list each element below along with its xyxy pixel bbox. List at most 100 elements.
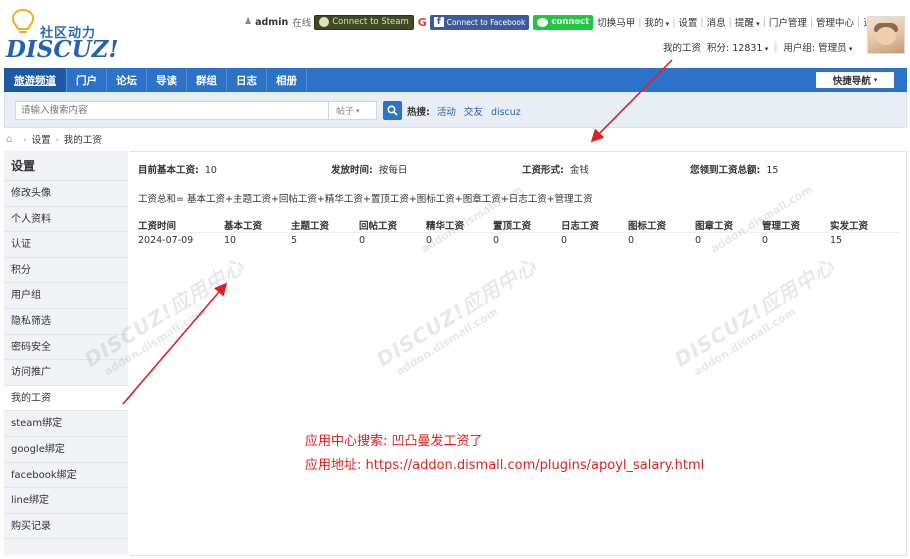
table-header-cell: 基本工资 — [224, 221, 263, 232]
breadcrumb-settings[interactable]: 设置 — [32, 132, 51, 146]
table-cell: 10 — [224, 235, 237, 246]
base-salary-item: 目前基本工资: 10 — [138, 162, 217, 176]
line-label: connect — [551, 17, 590, 27]
steam-label: Connect to Steam — [332, 17, 409, 27]
nav-item-forum[interactable]: 论坛 — [107, 68, 147, 92]
messages-link[interactable]: 消息 — [707, 15, 726, 29]
table-header-cell: 置顶工资 — [493, 221, 532, 232]
user-info-bar: 我的工资 积分: 12831 | 用户组: 管理员 — [663, 40, 852, 55]
home-icon[interactable]: ⌂ — [6, 134, 12, 145]
nav-item-group[interactable]: 群组 — [187, 68, 227, 92]
pay-time-label: 发放时间: — [331, 165, 373, 176]
salary-formula: 工资总和= 基本工资+主题工资+回帖工资+精华工资+置顶工资+图标工资+图章工资… — [138, 194, 593, 205]
settings-link[interactable]: 设置 — [678, 15, 697, 29]
switch-account-link[interactable]: 切换马甲 — [597, 15, 635, 29]
chevron-right-icon: › — [55, 134, 59, 144]
usergroup-menu[interactable]: 用户组: 管理员 — [783, 40, 852, 54]
connect-line-button[interactable]: connect — [533, 14, 594, 30]
sidebar-item-line[interactable]: line绑定 — [4, 488, 128, 514]
search-bar: 帖子 热搜: 活动 交友 discuz — [4, 92, 907, 128]
sidebar-title: 设置 — [4, 151, 128, 181]
sidebar-item-password[interactable]: 密码安全 — [4, 335, 128, 361]
table-cell: 15 — [830, 235, 843, 246]
quick-nav-button[interactable]: 快捷导航 — [816, 72, 894, 88]
sidebar-item-google[interactable]: google绑定 — [4, 437, 128, 463]
chevron-right-icon: › — [23, 134, 27, 144]
sidebar-item-profile[interactable]: 个人资料 — [4, 207, 128, 233]
table-header-cell: 管理工资 — [762, 221, 801, 232]
table-header-cell: 日志工资 — [561, 221, 600, 232]
table-header-cell: 主题工资 — [291, 221, 330, 232]
username-link[interactable]: admin — [255, 17, 288, 28]
hot-keyword[interactable]: 交友 — [464, 107, 483, 118]
sidebar-item-privacy[interactable]: 隐私筛选 — [4, 309, 128, 335]
sidebar-item-promotion[interactable]: 访问推广 — [4, 360, 128, 386]
salary-form-item: 工资形式: 金钱 — [522, 162, 589, 176]
my-menu-link[interactable]: 我的 — [644, 15, 669, 29]
logo-en-text: DISCUZ! — [6, 36, 119, 63]
search-type-select[interactable]: 帖子 — [329, 101, 377, 120]
sidebar-item-facebook[interactable]: facebook绑定 — [4, 463, 128, 489]
table-row: 2024-07-09 10 5 0 0 0 0 0 0 0 15 — [138, 233, 900, 248]
salary-panel: 目前基本工资: 10 发放时间: 按每日 工资形式: 金钱 您领到工资总额: 15 工资… — [130, 151, 907, 556]
facebook-label: Connect to Facebook — [446, 17, 526, 27]
top-user-bar: ♟ admin 在线 Connect to Steam G f Connect … — [244, 14, 882, 30]
salary-form-label: 工资形式: — [522, 165, 564, 176]
header: 社区动力 DISCUZ! ♟ admin 在线 Connect to Steam… — [0, 0, 910, 66]
steam-icon — [319, 17, 330, 27]
sidebar-item-verify[interactable]: 认证 — [4, 232, 128, 258]
total-salary-label: 您领到工资总额: — [690, 165, 761, 176]
hot-keyword[interactable]: 活动 — [437, 107, 456, 118]
connect-steam-button[interactable]: Connect to Steam — [314, 14, 414, 30]
hot-keyword[interactable]: discuz — [491, 107, 521, 118]
table-header-cell: 回帖工资 — [359, 221, 398, 232]
hot-search: 热搜: 活动 交友 discuz — [407, 104, 526, 118]
sidebar-item-credits[interactable]: 积分 — [4, 258, 128, 284]
table-cell: 0 — [762, 235, 769, 246]
nav-item-album[interactable]: 相册 — [267, 68, 307, 92]
base-salary-value: 10 — [204, 165, 217, 176]
sidebar-item-steam[interactable]: steam绑定 — [4, 411, 128, 437]
lightbulb-icon — [11, 8, 35, 33]
my-salary-link[interactable]: 我的工资 — [663, 40, 701, 54]
connect-facebook-button[interactable]: f Connect to Facebook — [429, 14, 530, 30]
nav-item-guide[interactable]: 导读 — [147, 68, 187, 92]
search-button[interactable] — [383, 101, 402, 120]
sidebar-item-avatar[interactable]: 修改头像 — [4, 181, 128, 207]
breadcrumb-my-salary: 我的工资 — [63, 135, 102, 146]
table-header-cell: 精华工资 — [426, 221, 465, 232]
points-menu[interactable]: 积分: 12831 — [707, 40, 768, 54]
search-input[interactable] — [15, 101, 329, 120]
reminders-link[interactable]: 提醒 — [735, 15, 760, 29]
avatar[interactable] — [867, 16, 905, 54]
user-icon: ♟ — [244, 17, 253, 27]
google-icon[interactable]: G — [418, 16, 427, 29]
hot-search-label: 热搜: — [407, 107, 430, 118]
table-cell: 0 — [493, 235, 500, 246]
table-cell: 0 — [628, 235, 635, 246]
site-logo[interactable]: 社区动力 DISCUZ! — [4, 8, 119, 63]
salary-summary: 目前基本工资: 10 发放时间: 按每日 工资形式: 金钱 您领到工资总额: 15 — [138, 162, 898, 176]
sidebar-item-usergroup[interactable]: 用户组 — [4, 283, 128, 309]
nav-item-travel[interactable]: 旅游频道 — [4, 68, 67, 92]
total-salary-item: 您领到工资总额: 15 — [690, 162, 778, 176]
table-header-cell: 图章工资 — [695, 221, 734, 232]
settings-sidebar: 设置 修改头像 个人资料 认证 积分 用户组 隐私筛选 密码安全 访问推广 我的… — [4, 151, 128, 556]
sidebar-item-my-salary[interactable]: 我的工资 — [4, 385, 128, 412]
sidebar-item-purchases[interactable]: 购买记录 — [4, 514, 128, 540]
table-cell: 0 — [561, 235, 568, 246]
table-cell: 0 — [359, 235, 366, 246]
annotation-search-line: 应用中心搜索: 凹凸曼发工资了 — [305, 434, 483, 449]
table-cell: 2024-07-09 — [138, 235, 194, 246]
facebook-icon: f — [433, 17, 444, 27]
top-links: 切换马甲| 我的| 设置| 消息| 提醒| 门户管理| 管理中心| 退出 — [597, 15, 882, 30]
annotation-url-line: 应用地址: https://addon.dismall.com/plugins/… — [305, 458, 705, 473]
main-nav: 旅游频道 门户 论坛 导读 群组 日志 相册 快捷导航 — [4, 68, 907, 92]
nav-item-portal[interactable]: 门户 — [67, 68, 107, 92]
nav-item-blog[interactable]: 日志 — [227, 68, 267, 92]
table-header-cell: 图标工资 — [628, 221, 667, 232]
portal-admin-link[interactable]: 门户管理 — [769, 15, 807, 29]
admin-center-link[interactable]: 管理中心 — [816, 15, 854, 29]
breadcrumb: ⌂ › 设置 › 我的工资 — [6, 132, 102, 147]
total-salary-value: 15 — [766, 165, 779, 176]
